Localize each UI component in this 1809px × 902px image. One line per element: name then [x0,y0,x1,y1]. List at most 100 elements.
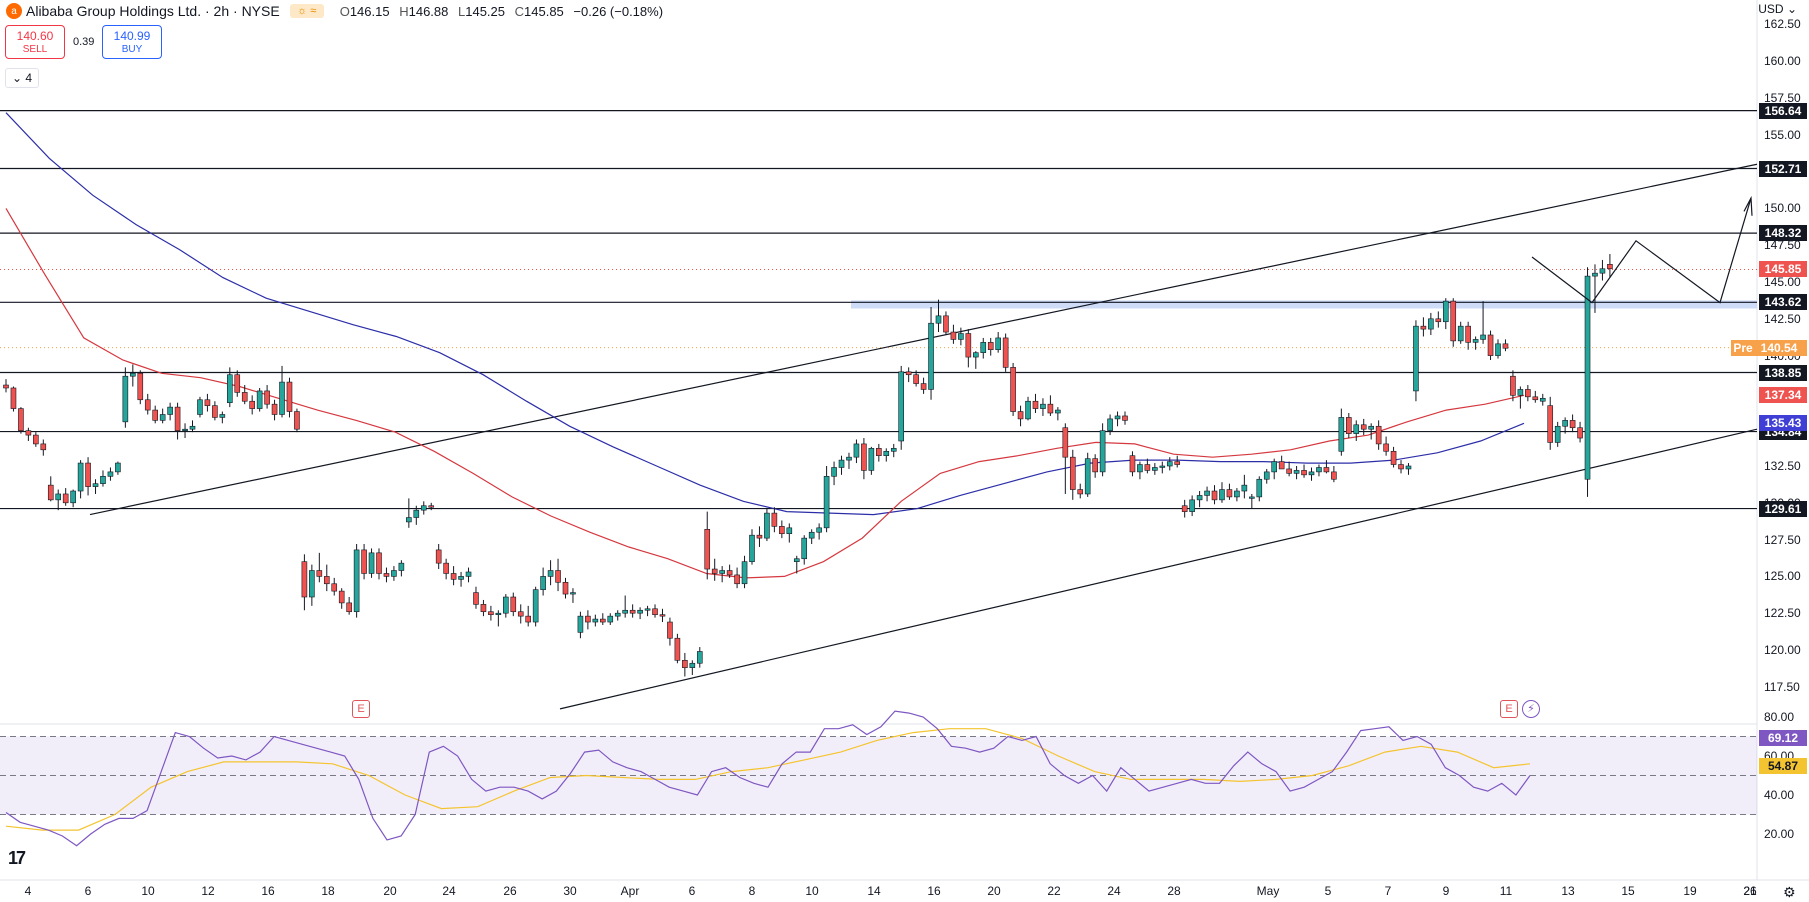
candle-body [1069,456,1076,490]
candle-body [219,414,226,418]
candle-body [1308,471,1315,476]
candle-body [1577,427,1583,439]
candle-body [1092,458,1098,473]
candle-body [741,561,748,585]
currency-selector[interactable]: USD ⌄ [1758,2,1797,16]
market-status-icon[interactable]: ☼ ≈ [289,4,324,18]
candle-body [1025,400,1031,420]
candle-body [279,381,285,415]
candle-body [868,448,875,471]
candle-body [1181,505,1188,512]
candle-body [1390,450,1397,465]
candle-body [1442,300,1449,323]
sell-button[interactable]: 140.60 SELL [5,25,65,59]
candle-body [271,403,278,415]
time-tick-label: 6 [84,884,92,898]
open-value: 146.15 [349,3,390,19]
candle-body [1502,343,1509,349]
candle-body [540,576,546,590]
candle-body [249,400,255,409]
candle-body [1174,461,1181,465]
candle-body [749,534,755,562]
time-tick-label: 26 [503,884,517,898]
sell-label: SELL [22,44,48,55]
buy-button[interactable]: 140.99 BUY [102,25,162,59]
candle-body [1301,470,1307,476]
time-tick-label: 12 [201,884,215,898]
time-tick-label: 19 [1683,884,1697,898]
last-price-tag: 145.85 [1759,261,1807,278]
candle-body [428,505,435,508]
candle-body [1457,325,1464,342]
candle-body [1122,415,1128,421]
candle-body [212,405,218,418]
candle-body [816,527,822,533]
close-value: 145.85 [524,3,564,19]
candle-body [1234,490,1240,498]
candle-body [898,371,905,442]
candle-body [711,568,718,574]
candle-body [689,662,696,668]
indicators-toggle[interactable]: ⌄ 4 [5,68,40,88]
time-tick-label: 10 [805,884,819,898]
price-tick-label: 117.50 [1764,679,1800,694]
premarket-price-tag: Pre 140.54 [1731,339,1807,356]
level-price-tag: 138.85 [1759,364,1807,381]
candle-body [1084,458,1091,495]
time-tick-label: 18 [321,884,335,898]
time-tick-label: 26 [1743,884,1757,898]
price-tick-label: 155.00 [1764,127,1801,142]
earnings-marker[interactable]: E [352,700,370,718]
time-tick-label: 14 [867,884,881,898]
candle-body [18,408,24,431]
ma-slow-line [5,112,1525,516]
candle-body [1398,464,1404,470]
price-tick-label: 150.00 [1764,201,1801,216]
candle-body [965,333,972,358]
candle-body [435,549,442,564]
candle-body [115,462,121,473]
candle-body [786,527,793,535]
candle-body [704,528,711,570]
settings-gear-icon[interactable]: ⚙ [1783,884,1796,901]
candle-body [562,581,569,595]
candle-body [189,425,196,430]
candle-body [1055,409,1061,414]
candle-body [458,576,464,580]
candle-body [1129,455,1136,473]
candle-body [204,399,211,406]
candle-body [950,331,957,340]
candle-body [890,448,897,452]
rsi-value-tag: 69.12 [1759,730,1807,747]
candle-body [1062,427,1069,458]
candle-body [1241,484,1248,492]
candle-body [1271,461,1277,473]
chart-canvas[interactable] [0,0,1809,902]
candle-body [47,484,54,501]
candle-body [1047,403,1054,414]
tradingview-logo-icon[interactable]: 17 [8,848,26,869]
candle-body [652,608,658,615]
projection-path [1531,197,1752,304]
candle-body [1607,264,1613,270]
candle-body [876,448,882,456]
candle-body [1196,495,1203,501]
candle-body [376,552,382,574]
candle-body [592,618,599,623]
candle-body [1360,424,1367,430]
candle-body [1428,318,1434,330]
candle-body [361,549,367,574]
time-tick-label: 16 [261,884,275,898]
symbol-title[interactable]: Alibaba Group Holdings Ltd. · 2h · NYSE [26,3,280,19]
earnings-marker[interactable]: E [1500,700,1518,718]
candle-body [1413,325,1419,392]
candle-body [793,558,800,562]
candle-body [159,414,166,421]
candle-body [122,375,129,423]
candle-body [1517,389,1524,396]
candle-body [1539,397,1546,402]
event-bolt-icon[interactable]: ⚡ [1522,700,1540,718]
candle-body [495,612,502,615]
price-tick-label: 120.00 [1764,643,1801,657]
candle-body [547,570,554,577]
